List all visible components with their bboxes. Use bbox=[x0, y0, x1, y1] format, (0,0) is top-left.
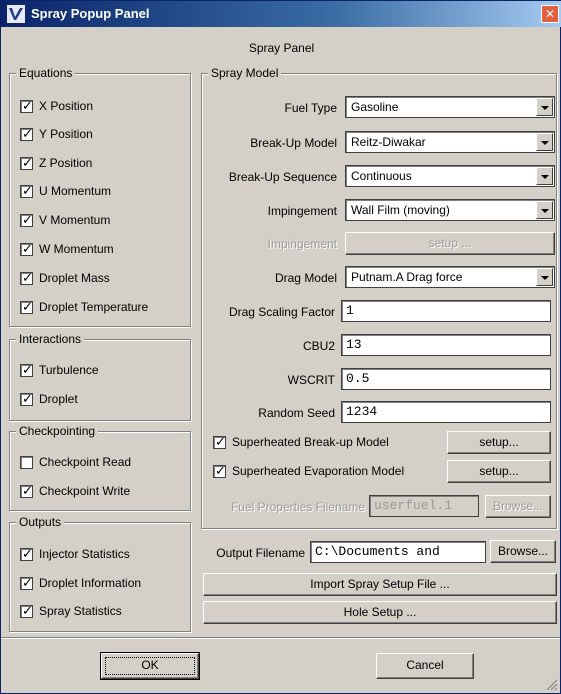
cbu2-input[interactable]: 13 bbox=[341, 334, 551, 356]
outputs-group-label: Outputs bbox=[16, 515, 65, 529]
checkbox-w-momentum[interactable]: W Momentum bbox=[20, 241, 114, 257]
app-logo-icon bbox=[7, 5, 25, 23]
checkbox-z-position[interactable]: Z Position bbox=[20, 155, 92, 171]
checkbox-icon[interactable] bbox=[20, 241, 33, 257]
hole-setup-button[interactable]: Hole Setup ... bbox=[203, 601, 557, 624]
checkbox-icon[interactable] bbox=[20, 483, 33, 499]
outputs-group: Outputs Injector Statistics Droplet Info… bbox=[9, 515, 191, 632]
output-filename-browse-button[interactable]: Browse... bbox=[490, 540, 556, 563]
checkbox-droplet-temperature[interactable]: Droplet Temperature bbox=[20, 299, 148, 315]
chevron-down-icon[interactable] bbox=[536, 98, 553, 116]
close-icon[interactable]: ✕ bbox=[541, 5, 559, 23]
checkbox-droplet-mass[interactable]: Droplet Mass bbox=[20, 270, 110, 286]
spray-model-group-label: Spray Model bbox=[208, 66, 282, 80]
checkbox-droplet[interactable]: Droplet bbox=[20, 391, 78, 407]
checkbox-icon[interactable] bbox=[20, 155, 33, 171]
breakup-sequence-select[interactable]: Continuous bbox=[345, 165, 555, 187]
equations-group: Equations X Position Y Position Z Positi… bbox=[9, 66, 191, 327]
checkbox-icon[interactable] bbox=[20, 270, 33, 286]
resize-grip-icon[interactable] bbox=[546, 679, 558, 691]
checkbox-superheated-evaporation[interactable]: Superheated Evaporation Model bbox=[213, 463, 404, 479]
chevron-down-icon[interactable] bbox=[536, 268, 553, 286]
checkbox-icon[interactable] bbox=[20, 183, 33, 199]
impingement-setup-button[interactable]: setup ... bbox=[345, 232, 555, 255]
output-filename-label: Output Filename bbox=[216, 546, 305, 560]
window-title: Spray Popup Panel bbox=[31, 6, 150, 21]
drag-scaling-label: Drag Scaling Factor bbox=[228, 305, 335, 319]
drag-scaling-input[interactable]: 1 bbox=[341, 300, 551, 322]
superheated-evap-setup-button[interactable]: setup... bbox=[447, 460, 551, 483]
drag-model-select[interactable]: Putnam.A Drag force bbox=[345, 266, 555, 288]
checkbox-icon[interactable] bbox=[20, 546, 33, 562]
checkbox-x-position[interactable]: X Position bbox=[20, 98, 93, 114]
chevron-down-icon[interactable] bbox=[536, 201, 553, 219]
checkbox-icon[interactable] bbox=[20, 299, 33, 315]
random-seed-label: Random Seed bbox=[258, 406, 335, 420]
cbu2-label: CBU2 bbox=[302, 339, 335, 353]
focus-rect bbox=[105, 657, 195, 675]
fuel-properties-browse-button[interactable]: Browse... bbox=[485, 495, 551, 518]
impingement-select[interactable]: Wall Film (moving) bbox=[345, 199, 555, 221]
cancel-button[interactable]: Cancel bbox=[376, 653, 474, 679]
fuel-properties-label: Fuel Properties Filename bbox=[230, 500, 365, 514]
fuel-type-label: Fuel Type bbox=[284, 101, 337, 115]
random-seed-input[interactable]: 1234 bbox=[341, 401, 551, 423]
interactions-group: Interactions Turbulence Droplet bbox=[9, 332, 191, 421]
bottom-separator bbox=[1, 637, 560, 639]
ok-button[interactable]: OK bbox=[100, 652, 200, 680]
panel-heading: Spray Panel bbox=[248, 41, 315, 55]
fuel-type-select[interactable]: Gasoline bbox=[345, 96, 555, 118]
chevron-down-icon[interactable] bbox=[536, 167, 553, 185]
checkbox-icon[interactable] bbox=[20, 455, 33, 469]
checkbox-icon[interactable] bbox=[20, 212, 33, 228]
checkbox-injector-statistics[interactable]: Injector Statistics bbox=[20, 546, 130, 562]
checkbox-droplet-information[interactable]: Droplet Information bbox=[20, 575, 141, 591]
spray-popup-window: Spray Popup Panel ✕ Spray Panel Equation… bbox=[0, 0, 561, 694]
impingement-setup-label: Impingement bbox=[267, 237, 337, 251]
checkbox-spray-statistics[interactable]: Spray Statistics bbox=[20, 603, 122, 619]
checkbox-checkpoint-write[interactable]: Checkpoint Write bbox=[20, 483, 130, 499]
checkbox-icon[interactable] bbox=[20, 575, 33, 591]
impingement-label: Impingement bbox=[267, 204, 337, 218]
superheated-breakup-setup-button[interactable]: setup... bbox=[447, 431, 551, 454]
breakup-sequence-label: Break-Up Sequence bbox=[228, 170, 337, 184]
checkbox-icon[interactable] bbox=[20, 603, 33, 619]
fuel-properties-input[interactable]: userfuel.1 bbox=[369, 495, 479, 517]
checkbox-icon[interactable] bbox=[20, 362, 33, 378]
wscrit-input[interactable]: 0.5 bbox=[341, 368, 551, 390]
checkbox-icon[interactable] bbox=[20, 98, 33, 114]
wscrit-label: WSCRIT bbox=[287, 373, 335, 387]
output-filename-input[interactable]: C:\Documents and bbox=[310, 541, 486, 563]
checkbox-icon[interactable] bbox=[20, 391, 33, 407]
breakup-model-select[interactable]: Reitz-Diwakar bbox=[345, 131, 555, 153]
checkpointing-group-label: Checkpointing bbox=[16, 424, 99, 438]
checkbox-y-position[interactable]: Y Position bbox=[20, 126, 93, 142]
equations-group-label: Equations bbox=[16, 66, 76, 80]
checkbox-v-momentum[interactable]: V Momentum bbox=[20, 212, 110, 228]
checkbox-checkpoint-read[interactable]: Checkpoint Read bbox=[20, 455, 131, 469]
checkbox-u-momentum[interactable]: U Momentum bbox=[20, 183, 111, 199]
checkbox-icon[interactable] bbox=[213, 434, 226, 450]
title-bar[interactable]: Spray Popup Panel ✕ bbox=[1, 1, 561, 27]
checkbox-icon[interactable] bbox=[213, 463, 226, 479]
checkbox-icon[interactable] bbox=[20, 126, 33, 142]
checkbox-superheated-breakup[interactable]: Superheated Break-up Model bbox=[213, 434, 389, 450]
import-spray-setup-button[interactable]: Import Spray Setup File ... bbox=[203, 573, 557, 596]
breakup-model-label: Break-Up Model bbox=[250, 136, 337, 150]
chevron-down-icon[interactable] bbox=[536, 133, 553, 151]
checkbox-turbulence[interactable]: Turbulence bbox=[20, 362, 99, 378]
drag-model-label: Drag Model bbox=[274, 271, 337, 285]
interactions-group-label: Interactions bbox=[16, 332, 85, 346]
checkpointing-group: Checkpointing Checkpoint Read Checkpoint… bbox=[9, 424, 191, 511]
